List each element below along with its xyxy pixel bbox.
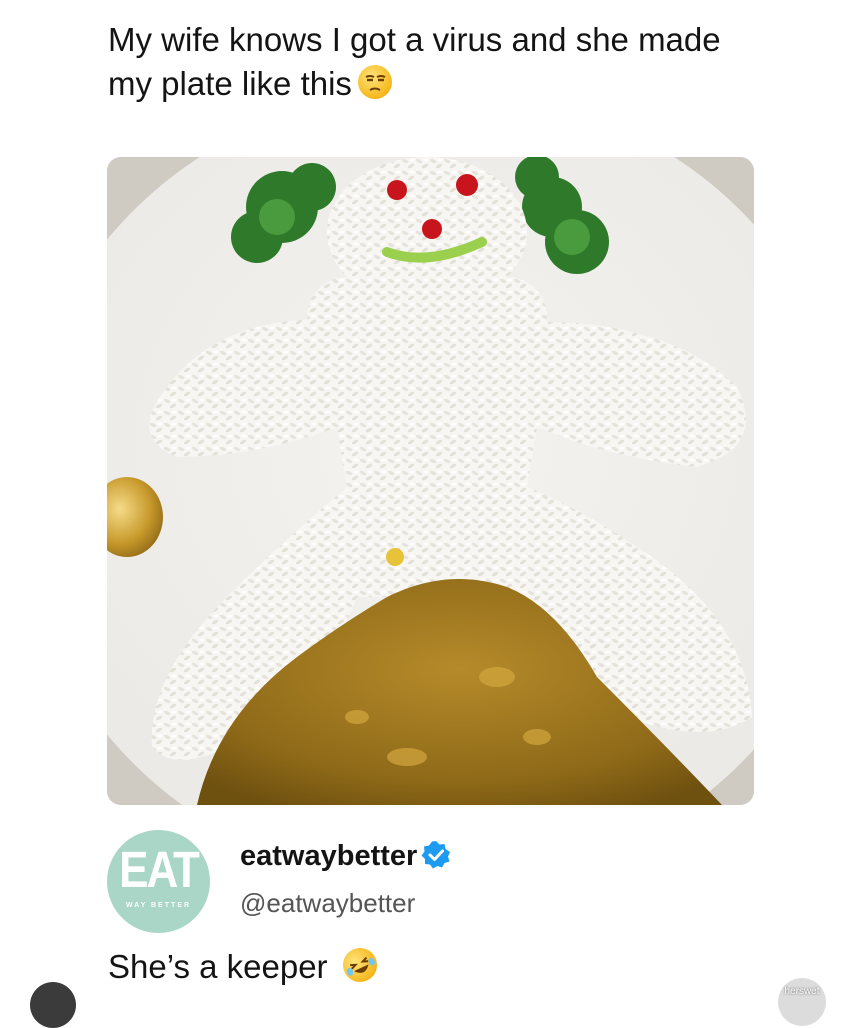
reply-text: She’s a keeper	[108, 948, 328, 985]
quoted-profile[interactable]: EAT WAY BETTER eatwaybetter @eatwaybette…	[107, 830, 807, 933]
display-name[interactable]: eatwaybetter	[240, 840, 451, 873]
avatar[interactable]: EAT WAY BETTER	[107, 830, 210, 933]
post-photo[interactable]	[107, 157, 754, 805]
user-handle[interactable]: @eatwaybetter	[240, 888, 415, 919]
display-name-text: eatwaybetter	[240, 840, 418, 872]
rolling-on-floor-laughing-emoji-icon	[337, 942, 383, 988]
reply-text-block: She’s a keeper	[108, 942, 383, 988]
rice-figure-plate-image	[107, 157, 754, 805]
watermark-text: herswet	[784, 986, 820, 997]
avatar-logo-text: EAT	[119, 842, 200, 899]
corner-avatar-partial	[30, 982, 76, 1028]
post-caption: My wife knows I got a virus and she made…	[108, 21, 721, 102]
verified-badge-icon	[421, 840, 451, 870]
post-text-block: My wife knows I got a virus and she made…	[108, 18, 768, 106]
avatar-logo-subtext: WAY BETTER	[125, 902, 192, 909]
unamused-face-emoji-icon	[357, 65, 392, 99]
watermark-logo: herswet	[778, 978, 826, 1026]
